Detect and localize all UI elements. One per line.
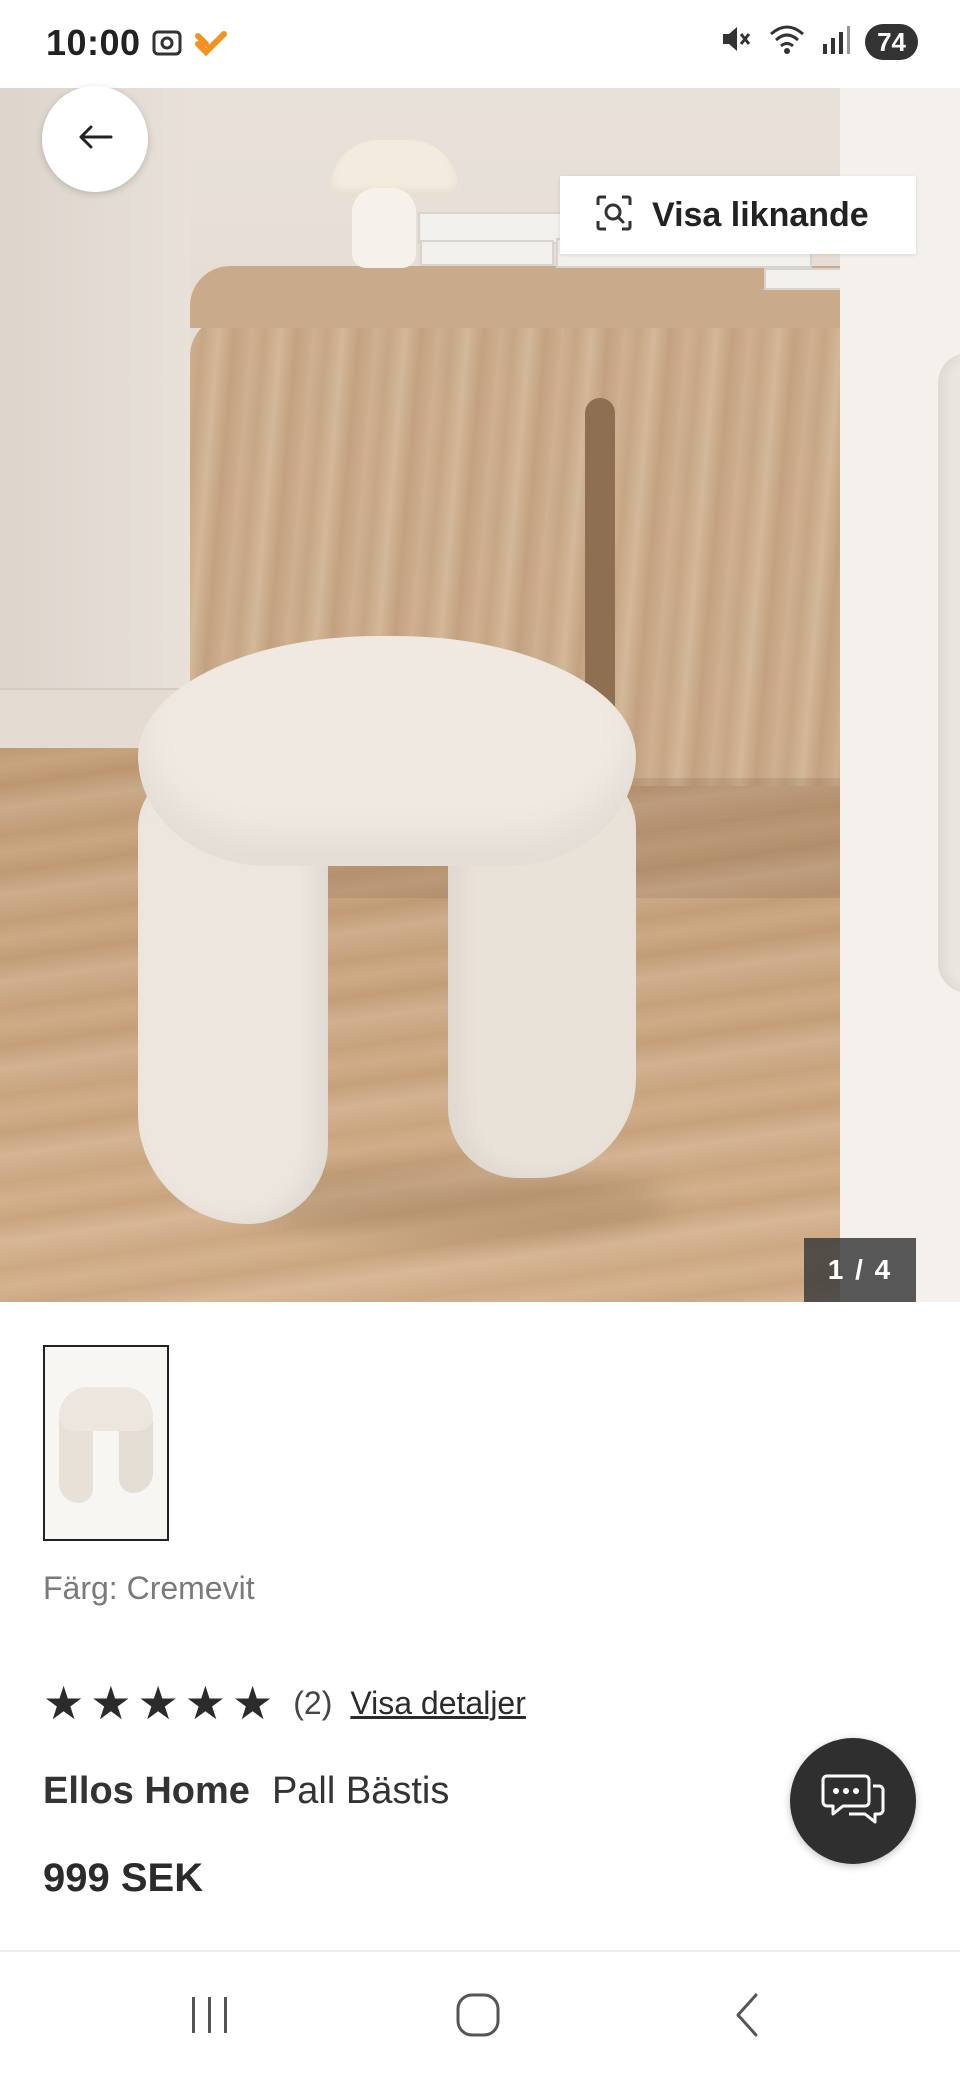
brand-name: Ellos Home <box>43 1770 250 1812</box>
color-label: Färg: Cremevit <box>43 1570 255 1606</box>
photo-book <box>420 240 554 266</box>
wifi-icon <box>767 22 807 61</box>
thumbnail-stool-seat <box>59 1387 153 1431</box>
system-navigation-bar <box>0 1952 960 2080</box>
mute-icon <box>719 22 753 61</box>
signal-icon <box>821 22 851 61</box>
back-button[interactable] <box>42 86 148 192</box>
photo-lamp-base <box>352 188 416 268</box>
photo-book <box>764 268 840 290</box>
recents-button[interactable] <box>165 1982 255 2052</box>
photo-cabinet-top <box>190 266 840 328</box>
star-icon: ★ <box>90 1676 132 1730</box>
rating-stars: ★ ★ ★ ★ ★ <box>43 1680 273 1726</box>
chat-button[interactable] <box>790 1738 916 1864</box>
image-thumbnail[interactable] <box>43 1345 169 1541</box>
product-name: Pall Bästis <box>271 1770 450 1812</box>
show-details-link[interactable]: Visa detaljer <box>350 1685 526 1722</box>
battery-icon: 74 <box>865 23 918 60</box>
star-icon: ★ <box>137 1676 179 1730</box>
star-icon: ★ <box>184 1676 226 1730</box>
chat-icon <box>821 1770 885 1833</box>
product-photo[interactable] <box>0 88 840 1302</box>
status-time: 10:00 <box>46 22 141 63</box>
show-similar-label: Visa liknande <box>652 195 869 234</box>
status-left-icons <box>150 26 228 65</box>
recents-icon <box>188 1993 232 2042</box>
screenshot-icon <box>150 26 184 65</box>
back-nav-button[interactable] <box>703 1982 793 2052</box>
product-title: Ellos Home Pall Bästis <box>43 1770 449 1813</box>
rating-row: ★ ★ ★ ★ ★ (2) Visa detaljer <box>43 1680 526 1726</box>
next-photo-stool-peek <box>938 353 960 993</box>
visual-search-icon <box>594 193 634 238</box>
arrow-left-icon <box>75 122 115 157</box>
chevron-left-icon <box>730 1991 766 2044</box>
status-right-icons: 74 <box>719 22 918 61</box>
status-bar: 10:00 74 <box>0 0 960 88</box>
product-price: 999 SEK <box>43 1856 204 1900</box>
photo-stool-seat <box>138 636 636 866</box>
show-similar-button[interactable]: Visa liknande <box>560 176 916 254</box>
review-count: (2) <box>293 1684 333 1721</box>
star-icon: ★ <box>232 1676 274 1730</box>
home-button[interactable] <box>433 1982 523 2052</box>
app-badge-icon <box>194 28 228 63</box>
home-icon <box>454 1991 502 2044</box>
star-icon: ★ <box>43 1676 85 1730</box>
product-image-gallery[interactable]: Visa liknande 1 / 4 <box>0 88 960 1302</box>
image-counter: 1 / 4 <box>804 1238 916 1302</box>
